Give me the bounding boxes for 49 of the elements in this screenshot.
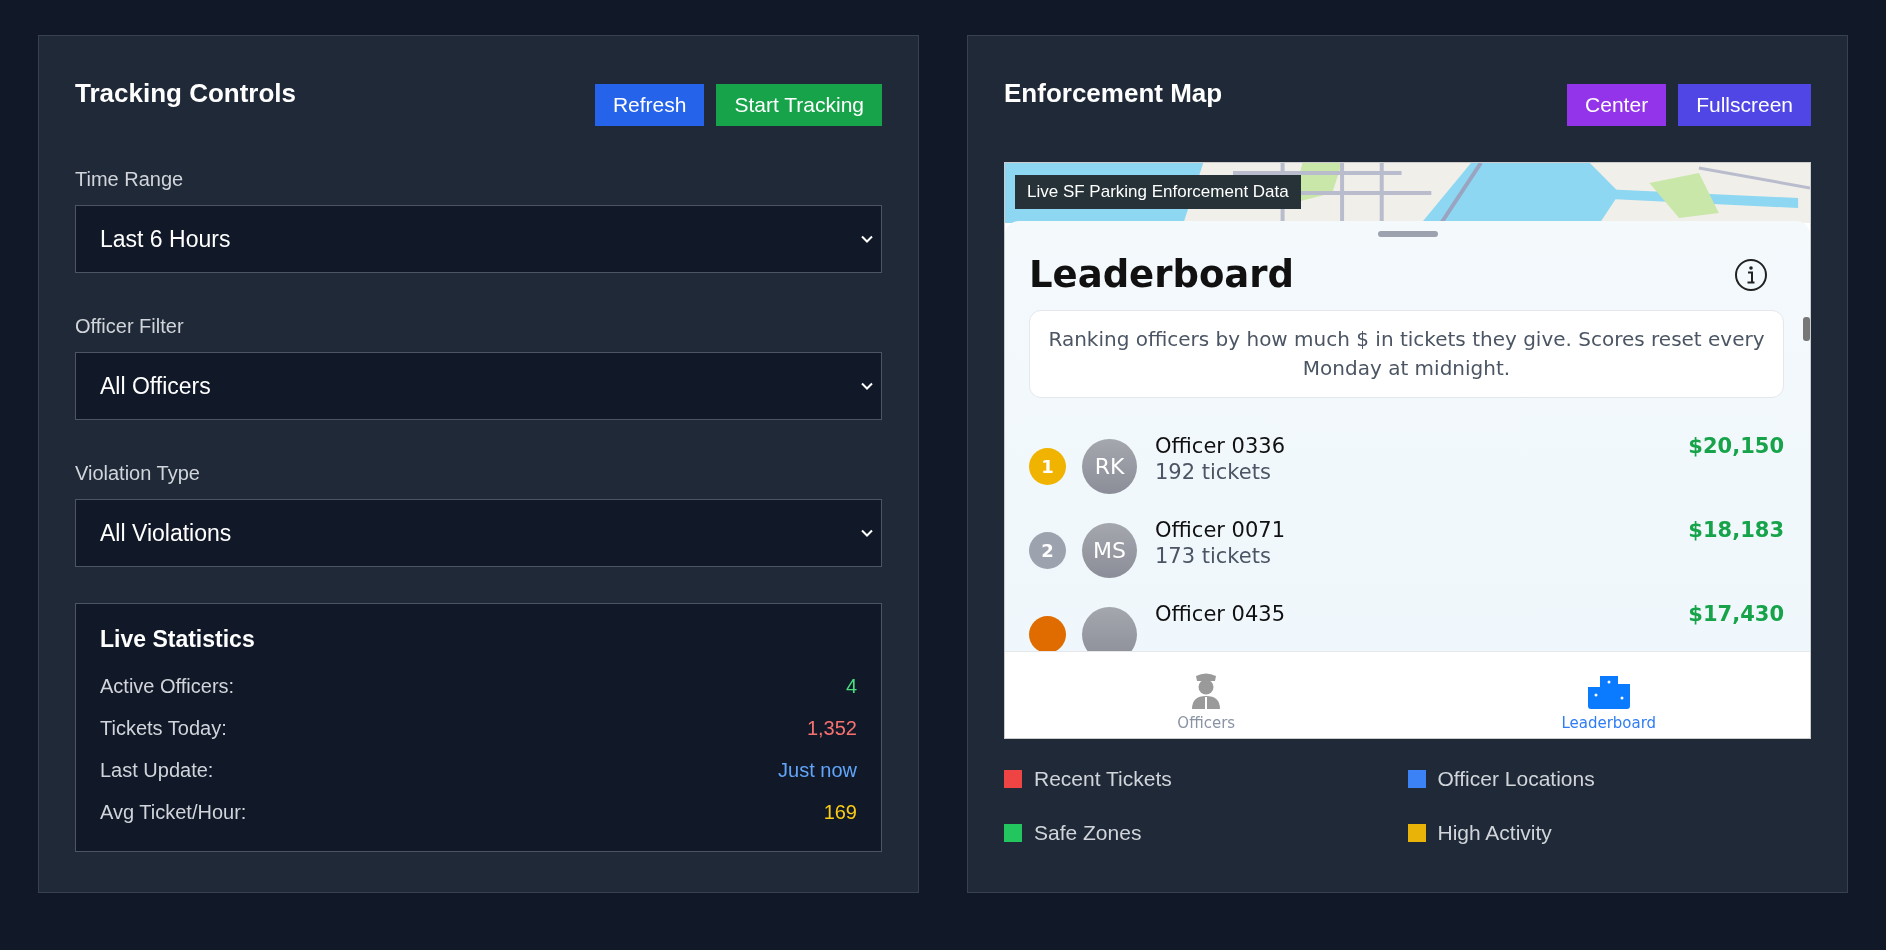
avatar [1082,607,1137,651]
field-label: Violation Type [75,462,201,485]
officer-name: Officer 0435 [1155,602,1287,626]
legend-label: Recent Tickets [1034,767,1172,791]
refresh-button[interactable]: Refresh [594,84,705,126]
legend-label: Safe Zones [1034,821,1142,845]
ticket-count: 192 tickets [1155,460,1272,484]
panel-title: Tracking Controls [75,78,297,109]
scrollbar-thumb[interactable] [1803,317,1810,341]
dropdown[interactable]: All Violations [75,499,882,567]
avatar: MS [1082,523,1137,578]
stat-value: 1,352 [806,716,857,740]
tab[interactable]: Officers [1005,652,1408,738]
start-button[interactable]: Start Tracking [716,84,882,126]
center-button[interactable]: Center [1567,84,1667,126]
stat-label: Active Officers: [100,674,235,698]
officer-name: Officer 0071 [1155,518,1287,542]
field-label: Time Range [75,168,185,191]
stat-value: 169 [823,800,857,824]
ticket-count: 173 tickets [1155,544,1272,568]
description-text: Ranking officers by how much $ in tickets they give. Scores reset every Monday at midnight. [1029,310,1784,398]
drag-handle[interactable] [1377,231,1438,237]
panel-title: Enforcement Map [1004,78,1223,109]
leaderboard-title: Leaderboard [1029,253,1295,296]
ticket-amount: $18,183 [1688,518,1784,542]
field-label: Officer Filter [75,315,185,338]
legend-label: Officer Locations [1437,767,1595,791]
dropdown[interactable]: Last 6 Hours [75,205,882,273]
map-overlay-label: Live SF Parking Enforcement Data [1015,175,1301,209]
officer-name: Officer 0336 [1155,434,1287,458]
legend-label: High Activity [1437,821,1552,845]
stat-value: 4 [845,674,857,698]
ticket-amount: $17,430 [1688,602,1784,626]
stat-value: Just now [778,758,857,782]
tab[interactable]: Leaderboard [1407,652,1810,738]
dropdown[interactable]: All Officers [75,352,882,420]
chevron-down-icon [861,235,873,243]
ticket-amount: $20,150 [1688,434,1784,458]
stats-title: Live Statistics [100,626,256,653]
avatar: RK [1082,439,1137,494]
fullscreen-button[interactable]: Fullscreen [1678,84,1811,126]
stat-label: Tickets Today: [100,716,227,740]
info-icon[interactable] [1734,257,1768,292]
rank-badge: 2 [1029,532,1066,569]
chevron-down-icon [861,382,873,390]
stat-label: Avg Ticket/Hour: [100,800,247,824]
chevron-down-icon [861,529,873,537]
rank-badge: 1 [1029,448,1066,485]
stat-label: Last Update: [100,758,214,782]
